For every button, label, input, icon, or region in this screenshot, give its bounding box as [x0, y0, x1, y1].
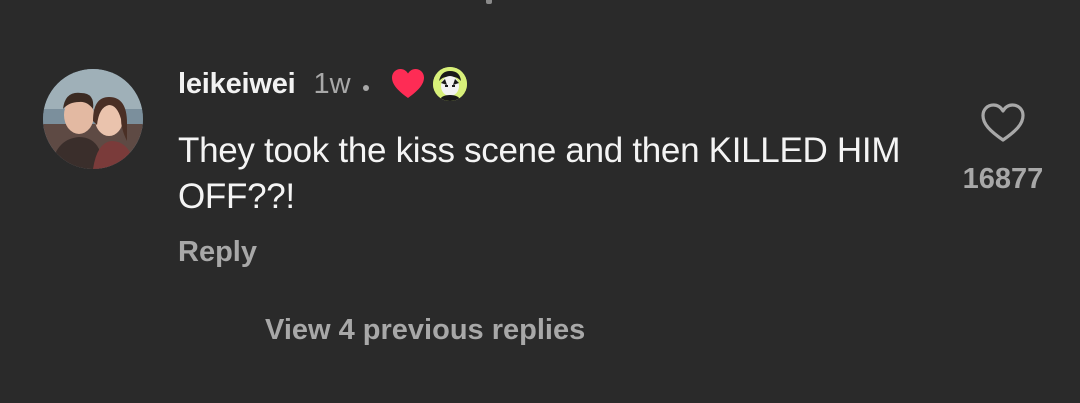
creator-heart-icon: [391, 68, 425, 100]
view-previous-replies-button[interactable]: View 4 previous replies: [265, 314, 585, 347]
comment-timestamp: 1w: [313, 67, 351, 100]
comment-panel: leikeiwei 1w They took the kiss scene an…: [0, 0, 1080, 403]
comment-body: They took the kiss scene and then KILLED…: [178, 131, 901, 216]
avatar[interactable]: [43, 69, 143, 169]
comment-meta: leikeiwei 1w: [178, 64, 467, 104]
reply-button[interactable]: Reply: [178, 236, 257, 269]
username[interactable]: leikeiwei: [178, 68, 296, 101]
heart-outline-icon[interactable]: [980, 102, 1026, 144]
avatar-photo: [43, 69, 143, 169]
like-count: 16877: [962, 163, 1044, 195]
previous-item-edge: [486, 0, 492, 4]
separator-dot: [362, 85, 369, 91]
creator-avatar-icon: [432, 67, 467, 101]
